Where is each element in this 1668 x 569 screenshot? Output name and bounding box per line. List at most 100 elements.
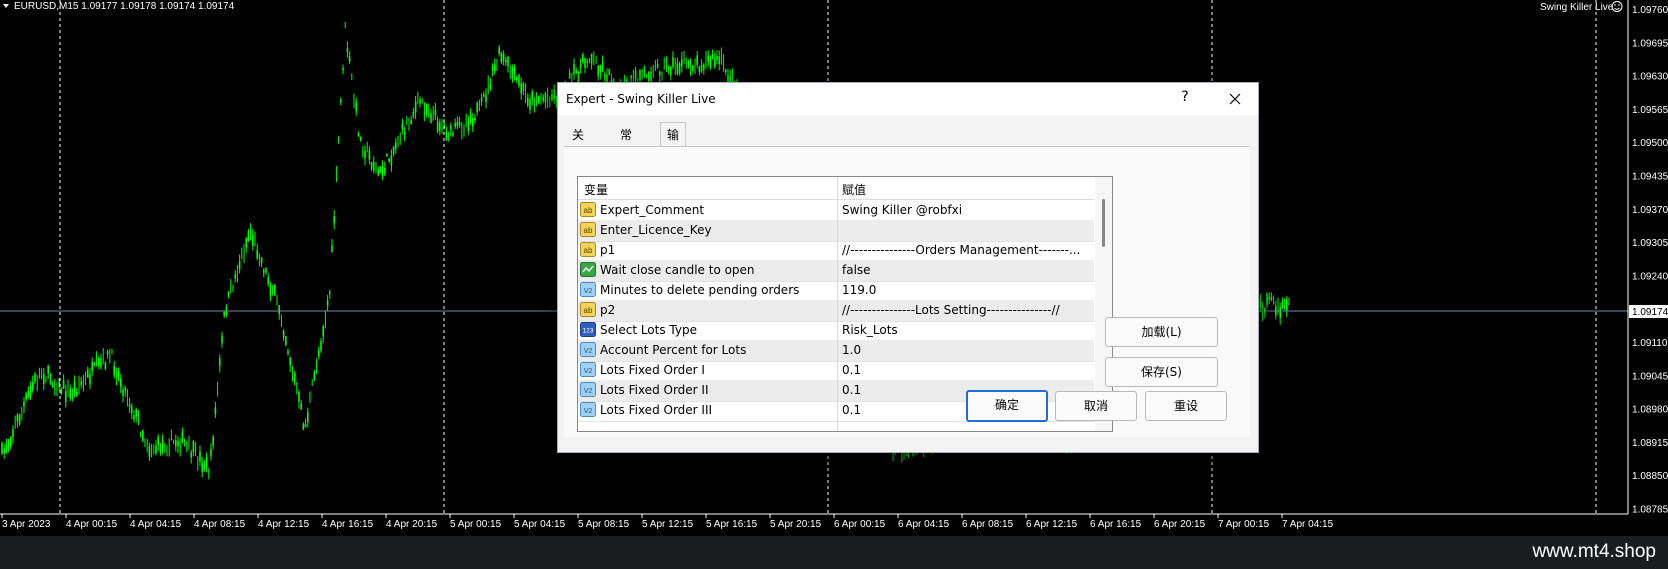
candle-body — [73, 382, 76, 394]
parameter-row[interactable]: ab Expert_Comment Swing Killer @robfxi — [578, 200, 1094, 222]
price-tick-label: 1.09760 — [1632, 5, 1668, 16]
candle-body — [368, 150, 371, 160]
save-button[interactable]: 保存(S) — [1105, 357, 1218, 387]
candle-body — [155, 445, 157, 454]
candle-body — [287, 350, 289, 354]
column-variable[interactable]: 变量 — [584, 181, 608, 198]
candle-body — [573, 64, 575, 75]
cancel-button[interactable]: 取消 — [1055, 391, 1137, 421]
candle-body — [458, 122, 461, 125]
parameter-row[interactable]: ab p2 //---------------Lots Setting-------… — [578, 300, 1094, 322]
candle-body — [113, 366, 115, 376]
candle-body — [439, 122, 441, 131]
candle-body — [392, 146, 395, 155]
parameter-row[interactable]: 123 Select Lots Type Risk_Lots — [578, 320, 1094, 342]
candle-body — [379, 166, 382, 174]
tab-common[interactable]: 常用 — [614, 123, 638, 166]
candle-body — [104, 362, 107, 369]
tab-inputs[interactable]: 输入参数 — [660, 122, 687, 214]
double-type-icon: V2 — [580, 362, 596, 377]
column-divider[interactable] — [837, 177, 838, 431]
candle-body — [650, 71, 652, 82]
parameter-value[interactable]: Risk_Lots — [842, 323, 1092, 337]
candle-body — [700, 64, 703, 72]
candle-body — [467, 121, 470, 132]
price-tick-label: 1.08785 — [1632, 505, 1668, 516]
parameter-value[interactable]: 0.1 — [842, 363, 1092, 377]
candle-body — [544, 92, 547, 103]
candle-body — [516, 76, 518, 81]
load-button[interactable]: 加载(L) — [1105, 317, 1218, 347]
candle-body — [489, 84, 492, 89]
svg-text:V2: V2 — [584, 368, 593, 375]
candle-body — [1286, 299, 1288, 311]
candle-body — [472, 118, 474, 127]
candle-body — [1, 443, 3, 454]
candle-body — [364, 150, 366, 159]
parameter-value[interactable]: //---------------Orders Management------… — [842, 243, 1092, 257]
candle-body — [643, 69, 646, 74]
help-button[interactable]: ? — [1174, 89, 1196, 109]
ok-button[interactable]: 确定 — [966, 390, 1048, 422]
time-axis-labels: 3 Apr 2023 4 Apr 00:15 4 Apr 04:15 4 Apr 08… — [2, 519, 1334, 530]
parameter-value[interactable]: 1.0 — [842, 343, 1092, 357]
candle-body — [584, 57, 586, 68]
tab-about[interactable]: 关于 — [566, 123, 590, 166]
price-tick-label: 1.09500 — [1632, 138, 1668, 149]
scrollbar-thumb[interactable] — [1102, 199, 1105, 247]
double-type-icon: V2 — [580, 282, 596, 297]
expert-dialog: Expert - Swing Killer Live ? 关于 常用 输入参数 … — [557, 82, 1259, 453]
candle-body — [436, 121, 439, 132]
candle-body — [192, 441, 195, 452]
candle-body — [681, 59, 683, 67]
reset-button[interactable]: 重设 — [1145, 391, 1227, 421]
parameter-value[interactable]: Swing Killer @robfxi — [842, 203, 1092, 217]
candle-body — [410, 120, 412, 125]
candle-body — [716, 56, 718, 60]
candle-body — [98, 358, 100, 367]
parameter-row[interactable]: V2 Minutes to delete pending orders 119.0 — [578, 280, 1094, 302]
candle-body — [27, 390, 30, 398]
parameter-value[interactable]: false — [842, 263, 1092, 277]
time-tick-label: 4 Apr 12:15 — [258, 519, 310, 530]
parameter-value[interactable]: //---------------Lots Setting-----------… — [842, 303, 1092, 317]
candle-body — [491, 66, 494, 71]
candle-body — [256, 250, 258, 259]
candle-body — [430, 113, 432, 123]
candle-body — [7, 439, 10, 448]
parameter-row[interactable]: V2 Account Percent for Lots 1.0 — [578, 340, 1094, 362]
candle-body — [190, 452, 192, 458]
candle-body — [553, 89, 555, 100]
candle-body — [29, 385, 32, 396]
price-tick-label: 1.08980 — [1632, 405, 1668, 416]
candle-body — [513, 67, 516, 74]
candle-body — [469, 114, 472, 123]
candle-body — [401, 123, 404, 130]
parameter-row[interactable]: Wait close candle to open false — [578, 260, 1094, 282]
candle-body — [590, 54, 593, 64]
parameter-row[interactable]: ab p1 //---------------Orders Management--… — [578, 240, 1094, 262]
candle-body — [601, 62, 604, 72]
time-tick-label: 5 Apr 16:15 — [706, 519, 758, 530]
candle-body — [579, 64, 582, 68]
candle-body — [234, 274, 236, 279]
parameter-row[interactable]: ab Enter_Licence_Key — [578, 220, 1094, 242]
candle-body — [128, 404, 131, 408]
candle-body — [529, 98, 531, 110]
candle-body — [313, 371, 316, 380]
close-button[interactable] — [1222, 87, 1248, 111]
parameter-name: Lots Fixed Order I — [600, 363, 705, 377]
candle-body — [333, 216, 335, 223]
candle-body — [518, 75, 520, 86]
candle-body — [47, 366, 49, 374]
parameter-row[interactable]: V2 Lots Fixed Order I 0.1 — [578, 360, 1094, 382]
column-value[interactable]: 赋值 — [842, 181, 866, 198]
candle-body — [25, 393, 27, 400]
parameter-value[interactable]: 119.0 — [842, 283, 1092, 297]
price-tick-label: 1.09695 — [1632, 38, 1668, 49]
time-tick-label: 4 Apr 20:15 — [386, 519, 438, 530]
candle-body — [522, 83, 525, 90]
candle-body — [212, 436, 214, 446]
candle-body — [307, 412, 309, 423]
dialog-titlebar[interactable]: Expert - Swing Killer Live ? — [558, 83, 1258, 115]
